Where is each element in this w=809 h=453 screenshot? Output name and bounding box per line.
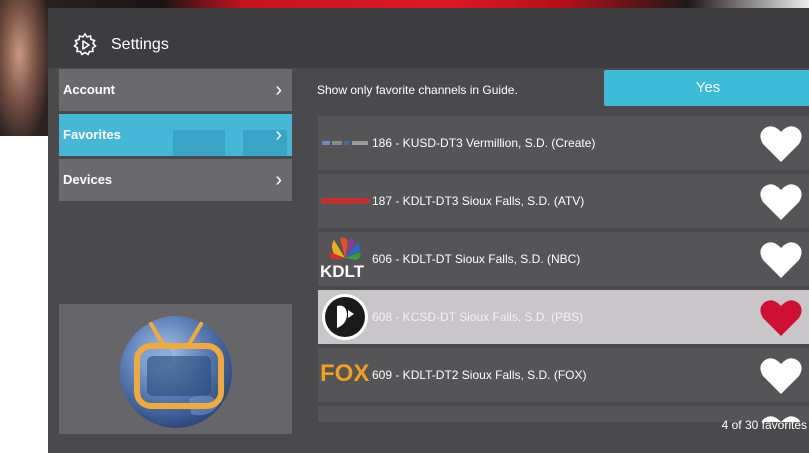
- channel-name: 609 - KDLT-DT2 Sioux Falls, S.D. (FOX): [372, 368, 587, 382]
- create-logo-icon: [322, 141, 368, 145]
- focus-highlight: [173, 130, 225, 156]
- heart-icon[interactable]: [759, 124, 803, 164]
- channel-name: 186 - KUSD-DT3 Vermillion, S.D. (Create): [372, 136, 596, 150]
- favorites-only-label: Show only favorite channels in Guide.: [317, 83, 518, 97]
- sidebar-item-label: Devices: [63, 172, 113, 187]
- channel-list: 186 - KUSD-DT3 Vermillion, S.D. (Create)…: [318, 116, 809, 422]
- channel-name: 608 - KCSD-DT Sioux Falls, S.D. (PBS): [372, 310, 584, 324]
- chevron-right-icon: ›: [275, 169, 282, 191]
- channel-name: 606 - KDLT-DT Sioux Falls, S.D. (NBC): [372, 252, 581, 266]
- favorites-count: 4 of 30 favorites: [721, 418, 807, 432]
- favorites-only-setting: Show only favorite channels in Guide. Ye…: [315, 68, 809, 112]
- favorites-only-toggle[interactable]: Yes: [604, 70, 809, 106]
- settings-screen: Settings Account › Favorites › Devices ›: [48, 8, 809, 453]
- heart-icon[interactable]: [759, 298, 803, 338]
- chevron-right-icon: ›: [275, 79, 282, 101]
- channel-name: 187 - KDLT-DT3 Sioux Falls, S.D. (ATV): [372, 194, 585, 208]
- sidebar-item-label: Favorites: [63, 127, 121, 142]
- app-logo-panel: [59, 304, 292, 434]
- heart-icon[interactable]: [759, 356, 803, 396]
- atv-logo-icon: [321, 198, 370, 204]
- chevron-right-icon: ›: [275, 124, 282, 146]
- channel-row[interactable]: FOX 609 - KDLT-DT2 Sioux Falls, S.D. (FO…: [318, 348, 809, 402]
- sidebar-item-account[interactable]: Account ›: [59, 69, 292, 111]
- fox-logo-text: FOX: [320, 360, 370, 387]
- channel-row[interactable]: 608 - KCSD-DT Sioux Falls, S.D. (PBS): [318, 290, 809, 344]
- heart-icon[interactable]: [759, 240, 803, 280]
- kdlt-logo-text: KDLT: [320, 262, 365, 281]
- gear-icon: [73, 32, 97, 56]
- pbs-logo-icon: [322, 294, 368, 340]
- sidebar-item-devices[interactable]: Devices ›: [59, 159, 292, 201]
- tv-globe-logo: [120, 316, 232, 428]
- channel-row[interactable]: KDLT 606 - KDLT-DT Sioux Falls, S.D. (NB…: [318, 232, 809, 286]
- page-title: Settings: [111, 36, 169, 53]
- sidebar-item-label: Account: [63, 82, 115, 97]
- header-bar: Settings: [48, 8, 809, 68]
- background-person: [0, 0, 48, 136]
- sidebar-item-favorites[interactable]: Favorites ›: [59, 114, 292, 156]
- channel-row[interactable]: 187 - KDLT-DT3 Sioux Falls, S.D. (ATV): [318, 174, 809, 228]
- channel-row[interactable]: 186 - KUSD-DT3 Vermillion, S.D. (Create): [318, 116, 809, 170]
- heart-icon[interactable]: [759, 182, 803, 222]
